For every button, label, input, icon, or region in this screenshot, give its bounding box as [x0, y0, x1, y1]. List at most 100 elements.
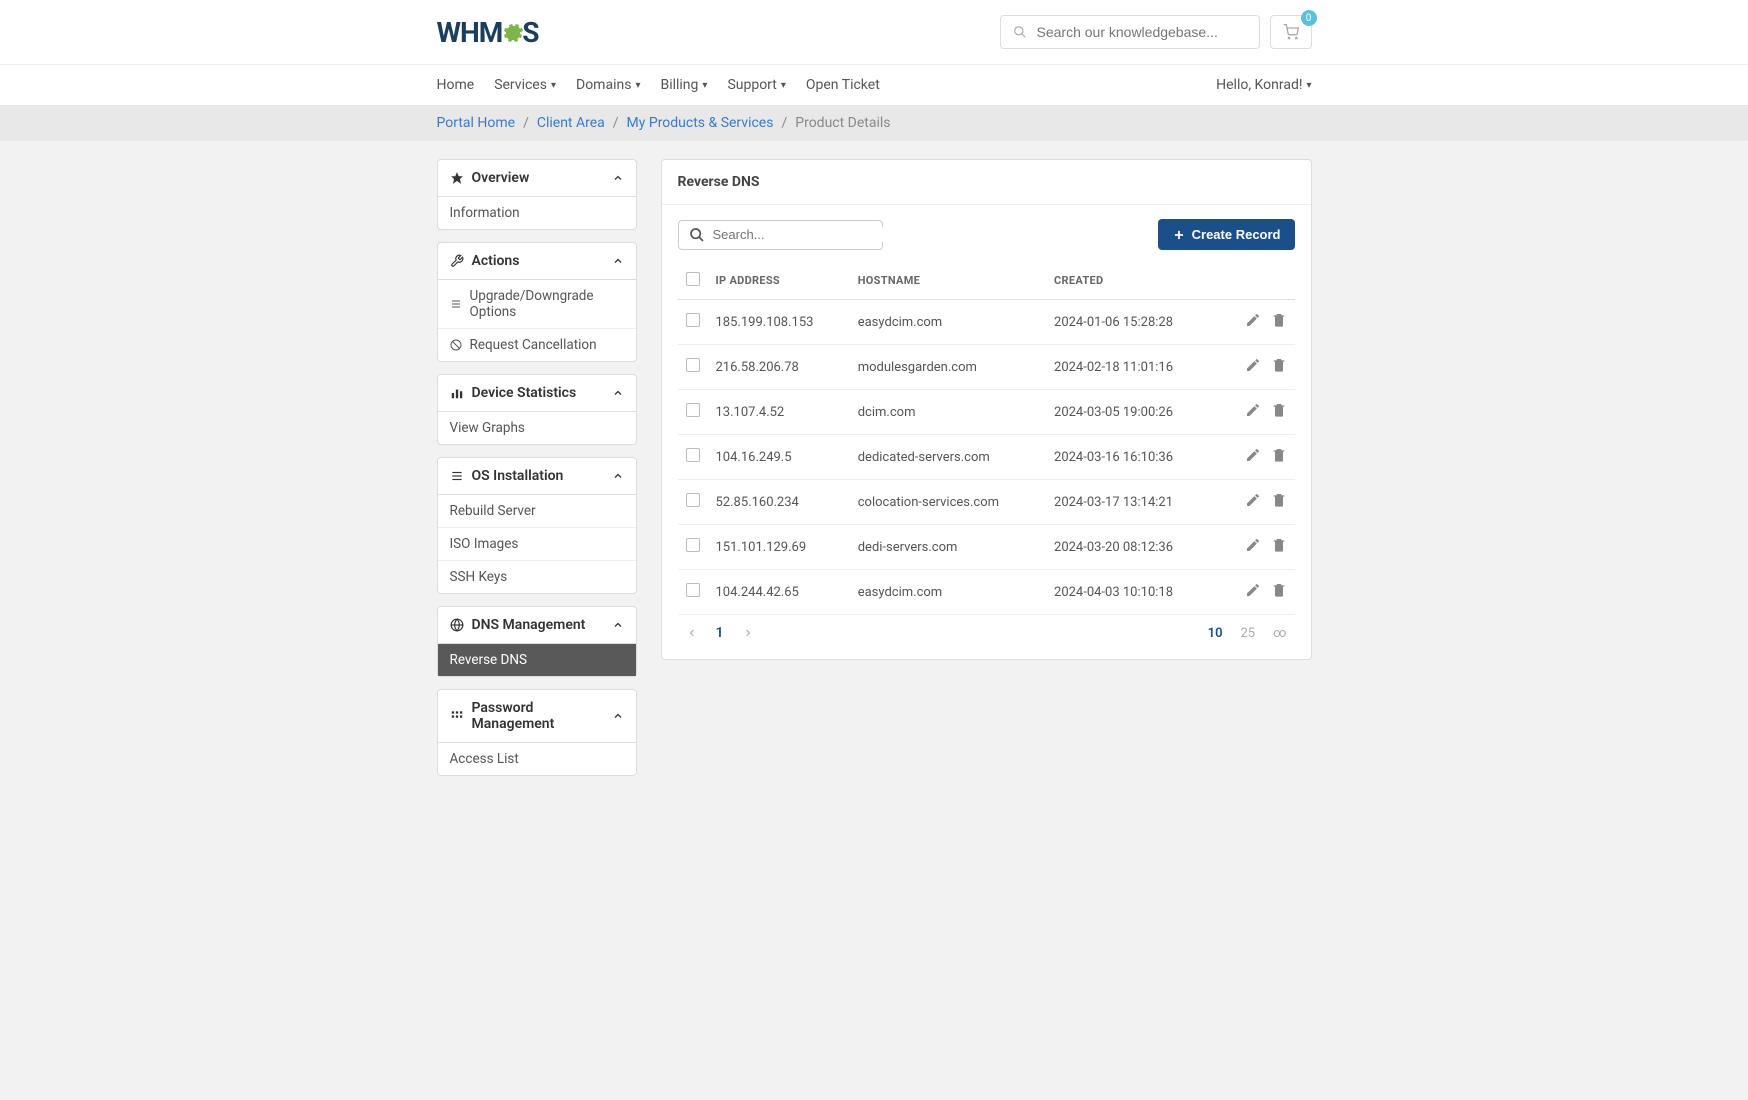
chevron-up-icon — [612, 710, 624, 722]
sidebar-item-request-cancellation[interactable]: Request Cancellation — [438, 329, 636, 361]
logo[interactable]: WHM S — [437, 16, 539, 49]
panel-header-device-statistics[interactable]: Device Statistics — [438, 375, 636, 412]
page-size-option[interactable]: ∞ — [1273, 626, 1286, 641]
sidebar-item-iso-images[interactable]: ISO Images — [438, 528, 636, 561]
nav-item-domains[interactable]: Domains▾ — [576, 77, 640, 93]
sidebar-item-label: Request Cancellation — [470, 337, 597, 353]
kb-search-box[interactable] — [1000, 15, 1260, 49]
nav-item-open-ticket[interactable]: Open Ticket — [806, 77, 880, 93]
panel-header-os-installation[interactable]: OS Installation — [438, 458, 636, 495]
nav-item-home[interactable]: Home — [437, 77, 475, 93]
chevron-down-icon: ▾ — [551, 80, 556, 91]
table-search[interactable] — [678, 220, 883, 250]
sidebar-item-rebuild-server[interactable]: Rebuild Server — [438, 495, 636, 528]
breadcrumb-current: Product Details — [795, 115, 890, 131]
overview-icon — [450, 171, 464, 185]
pager-next-icon[interactable] — [742, 627, 754, 639]
row-checkbox[interactable] — [686, 403, 700, 417]
nav-item-services[interactable]: Services▾ — [494, 77, 556, 93]
page-size-option[interactable]: 25 — [1241, 626, 1256, 641]
create-record-button[interactable]: Create Record — [1158, 219, 1295, 250]
sidebar-item-label: Rebuild Server — [450, 503, 536, 519]
delete-icon[interactable] — [1271, 447, 1287, 463]
sidebar-item-ssh-keys[interactable]: SSH Keys — [438, 561, 636, 593]
cell-created: 2024-03-05 19:00:26 — [1046, 390, 1214, 435]
edit-icon[interactable] — [1245, 402, 1261, 418]
row-checkbox[interactable] — [686, 583, 700, 597]
chevron-up-icon — [612, 470, 624, 482]
panel-title: Password Management — [472, 700, 612, 732]
sidebar-item-reverse-dns[interactable]: Reverse DNS — [438, 644, 636, 676]
pager-prev-icon[interactable] — [686, 627, 698, 639]
sidebar-item-label: Information — [450, 205, 520, 221]
sidebar-item-label: View Graphs — [450, 420, 525, 436]
device-statistics-icon — [450, 386, 464, 400]
logo-text-after: S — [522, 16, 538, 49]
panel-title: Overview — [472, 170, 530, 186]
page-size-option[interactable]: 10 — [1208, 626, 1223, 641]
cell-host: dcim.com — [850, 390, 1046, 435]
breadcrumb-link[interactable]: Portal Home — [437, 115, 516, 131]
chevron-down-icon: ▾ — [635, 80, 640, 91]
edit-icon[interactable] — [1245, 492, 1261, 508]
edit-icon[interactable] — [1245, 537, 1261, 553]
panel-title: OS Installation — [472, 468, 564, 484]
cell-created: 2024-01-06 15:28:28 — [1046, 300, 1214, 345]
table-row: 151.101.129.69dedi-servers.com2024-03-20… — [678, 525, 1295, 570]
item-icon — [450, 339, 462, 351]
select-all-checkbox[interactable] — [686, 272, 700, 286]
delete-icon[interactable] — [1271, 402, 1287, 418]
sidebar-item-information[interactable]: Information — [438, 197, 636, 229]
sidebar-item-label: SSH Keys — [450, 569, 508, 585]
sidebar-item-upgrade-downgrade-options[interactable]: Upgrade/Downgrade Options — [438, 280, 636, 329]
cell-host: easydcim.com — [850, 300, 1046, 345]
cart-badge: 0 — [1301, 10, 1317, 26]
panel-header-actions[interactable]: Actions — [438, 243, 636, 280]
cell-ip: 104.16.249.5 — [708, 435, 850, 480]
delete-icon[interactable] — [1271, 582, 1287, 598]
panel-title: DNS Management — [472, 617, 586, 633]
chevron-up-icon — [612, 619, 624, 631]
sidebar-item-label: Upgrade/Downgrade Options — [470, 288, 624, 320]
panel-header-password-management[interactable]: Password Management — [438, 690, 636, 743]
cell-created: 2024-03-17 13:14:21 — [1046, 480, 1214, 525]
chevron-down-icon: ▾ — [702, 80, 707, 91]
delete-icon[interactable] — [1271, 492, 1287, 508]
column-header[interactable]: CREATED — [1046, 262, 1214, 300]
user-menu[interactable]: Hello, Konrad! ▾ — [1216, 77, 1311, 93]
sidebar-item-label: Reverse DNS — [450, 652, 528, 668]
row-checkbox[interactable] — [686, 538, 700, 552]
table-search-input[interactable] — [713, 227, 889, 242]
cart-button[interactable]: 0 — [1270, 15, 1312, 49]
table-row: 185.199.108.153easydcim.com2024-01-06 15… — [678, 300, 1295, 345]
delete-icon[interactable] — [1271, 537, 1287, 553]
row-checkbox[interactable] — [686, 358, 700, 372]
delete-icon[interactable] — [1271, 357, 1287, 373]
kb-search-input[interactable] — [1037, 24, 1247, 40]
breadcrumb-link[interactable]: My Products & Services — [627, 115, 774, 131]
sidebar-item-access-list[interactable]: Access List — [438, 743, 636, 775]
edit-icon[interactable] — [1245, 447, 1261, 463]
panel-title: Actions — [472, 253, 520, 269]
row-checkbox[interactable] — [686, 493, 700, 507]
panel-header-overview[interactable]: Overview — [438, 160, 636, 197]
delete-icon[interactable] — [1271, 312, 1287, 328]
dns-management-icon — [450, 618, 464, 632]
dns-table: IP ADDRESSHOSTNAMECREATED 185.199.108.15… — [678, 262, 1295, 615]
edit-icon[interactable] — [1245, 312, 1261, 328]
edit-icon[interactable] — [1245, 357, 1261, 373]
edit-icon[interactable] — [1245, 582, 1261, 598]
table-row: 13.107.4.52dcim.com2024-03-05 19:00:26 — [678, 390, 1295, 435]
panel-header-dns-management[interactable]: DNS Management — [438, 607, 636, 644]
pager-current[interactable]: 1 — [716, 625, 724, 641]
chevron-down-icon: ▾ — [1306, 80, 1311, 91]
row-checkbox[interactable] — [686, 448, 700, 462]
column-header[interactable]: IP ADDRESS — [708, 262, 850, 300]
sidebar-item-view-graphs[interactable]: View Graphs — [438, 412, 636, 444]
search-icon — [1013, 25, 1027, 39]
breadcrumb-link[interactable]: Client Area — [537, 115, 605, 131]
nav-item-billing[interactable]: Billing▾ — [660, 77, 707, 93]
nav-item-support[interactable]: Support▾ — [727, 77, 785, 93]
column-header[interactable]: HOSTNAME — [850, 262, 1046, 300]
row-checkbox[interactable] — [686, 313, 700, 327]
